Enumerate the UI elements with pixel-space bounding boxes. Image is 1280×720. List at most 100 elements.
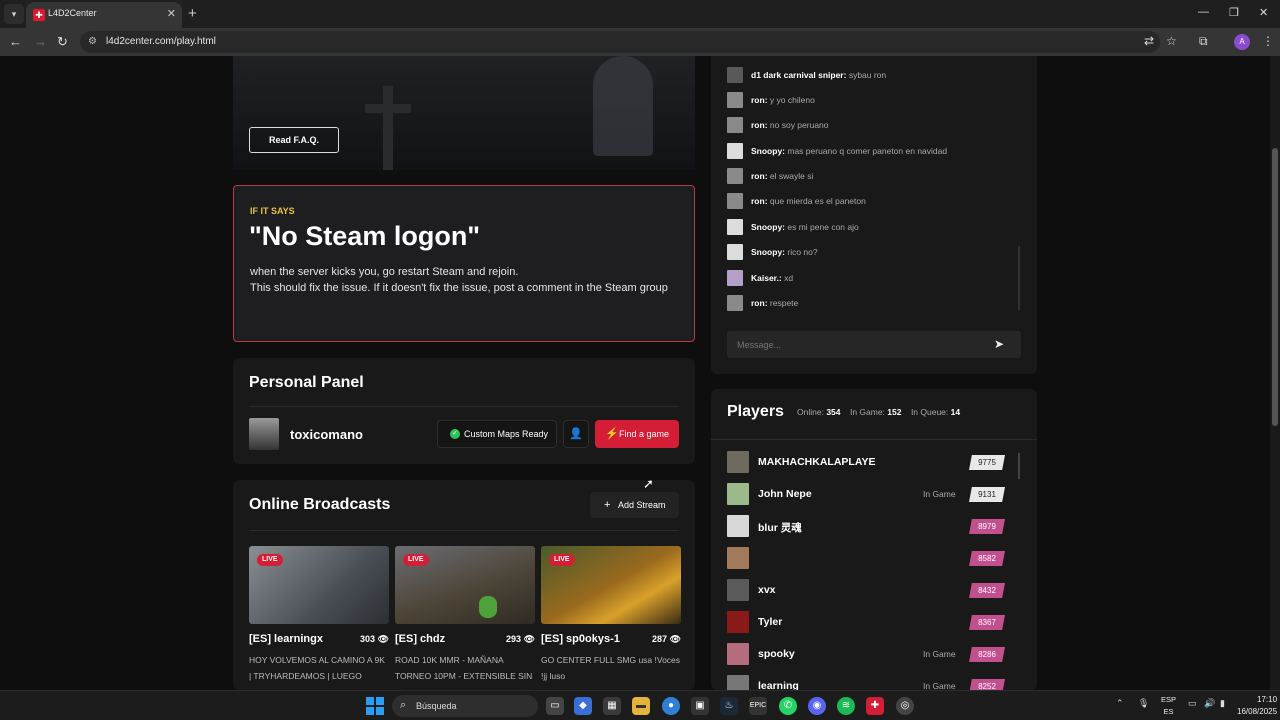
player-rating: 8286: [969, 647, 1005, 662]
stream-viewers: 303 👁: [360, 634, 389, 645]
player-rating: 8252: [969, 679, 1005, 690]
player-row[interactable]: spooky In Game 8286: [727, 643, 1007, 665]
store-icon[interactable]: ▦: [603, 697, 621, 715]
add-friend-button[interactable]: 👤: [563, 420, 589, 448]
chrome-icon[interactable]: ●: [662, 697, 680, 715]
epic-games-icon[interactable]: EPIC: [749, 697, 767, 715]
steam-icon[interactable]: ♨: [720, 697, 738, 715]
send-icon[interactable]: ➤: [994, 337, 1004, 351]
player-name[interactable]: xvx: [758, 584, 776, 596]
players-scrollbar[interactable]: [1018, 453, 1020, 479]
read-faq-button[interactable]: Read F.A.Q.: [249, 127, 339, 153]
close-tab-icon[interactable]: ✕: [167, 7, 176, 20]
custom-maps-ready-button[interactable]: ✓ Custom Maps Ready: [437, 420, 557, 448]
tab-search-icon[interactable]: ▾: [4, 4, 24, 24]
player-row[interactable]: John Nepe In Game 9131: [727, 483, 1007, 505]
player-row[interactable]: learning In Game 8252: [727, 675, 1007, 690]
battery-icon[interactable]: ▮: [1220, 698, 1225, 709]
more-menu-icon[interactable]: ⋮: [1262, 34, 1274, 48]
player-name[interactable]: Tyler: [758, 616, 782, 628]
url-bar[interactable]: ⚙ l4d2center.com/play.html: [80, 31, 1160, 53]
user-avatar: [249, 418, 279, 450]
taskbar-search-box[interactable]: ⌕ Búsqueda: [392, 695, 538, 717]
stream-name[interactable]: [ES] sp0okys-1: [541, 633, 620, 645]
chat-text: respete: [769, 298, 799, 308]
player-row[interactable]: xvx 8432: [727, 579, 1007, 601]
profile-avatar[interactable]: A: [1234, 34, 1250, 50]
stream-thumbnail[interactable]: LIVE: [249, 546, 389, 624]
player-row[interactable]: Tyler 8367: [727, 611, 1007, 633]
find-a-game-button[interactable]: ⚡ Find a game: [595, 420, 679, 448]
add-stream-button[interactable]: + Add Stream: [590, 492, 679, 518]
browser-tab-bar: ▾ ✚ L4D2Center ✕ + — ❐ ✕: [0, 0, 1280, 28]
players-panel: Players Online: 354 In Game: 152 In Queu…: [711, 389, 1037, 690]
chat-panel: d1 dark carnival sniper: sybau ron ron: …: [711, 56, 1037, 374]
tab-title: L4D2Center: [48, 8, 97, 18]
task-view-icon[interactable]: ▭: [546, 697, 564, 715]
extensions-icon[interactable]: ⧉: [1199, 34, 1208, 49]
terminal-icon[interactable]: ▣: [691, 697, 709, 715]
translate-icon[interactable]: ⇄: [1144, 34, 1154, 48]
discord-icon[interactable]: ◉: [808, 697, 826, 715]
player-avatar: [727, 515, 749, 537]
minimize-icon[interactable]: —: [1198, 6, 1209, 18]
site-info-icon[interactable]: ⚙: [88, 36, 97, 47]
spotify-icon[interactable]: ≋: [837, 697, 855, 715]
language-indicator[interactable]: ESP ES: [1161, 694, 1176, 718]
eye-icon: 👁: [377, 634, 389, 644]
restore-icon[interactable]: ❐: [1229, 6, 1239, 19]
player-avatar: [727, 547, 749, 569]
close-window-icon[interactable]: ✕: [1259, 6, 1268, 19]
stream-card[interactable]: LIVE [ES] sp0okys-1 287 👁 GO CENTER FULL…: [541, 546, 681, 681]
chat-user: ron: el swayle si: [751, 171, 813, 181]
player-name[interactable]: MAKHACHKALAPLAYE: [758, 456, 875, 468]
stream-name[interactable]: [ES] chdz: [395, 633, 445, 645]
player-name[interactable]: learning: [758, 680, 799, 690]
grave-cross-image: [383, 86, 393, 170]
url-text[interactable]: l4d2center.com/play.html: [106, 36, 216, 47]
personal-panel-title: Personal Panel: [249, 374, 364, 391]
file-explorer-icon[interactable]: ▬: [632, 697, 650, 715]
microphone-icon[interactable]: 🎙: [1138, 698, 1149, 709]
address-toolbar: ← → ↻ ⚙ l4d2center.com/play.html ⇄ ☆ ⧉ A…: [0, 28, 1280, 56]
player-status: In Game: [923, 489, 956, 499]
reload-icon[interactable]: ↻: [57, 34, 68, 50]
stream-name[interactable]: [ES] learningx: [249, 633, 323, 645]
stream-card[interactable]: LIVE [ES] learningx 303 👁 HOY VOLVEMOS A…: [249, 546, 389, 681]
obs-icon[interactable]: ◎: [896, 697, 914, 715]
volume-icon[interactable]: 🔊: [1204, 698, 1215, 709]
copilot-icon[interactable]: ◆: [574, 697, 592, 715]
stream-thumbnail[interactable]: LIVE: [541, 546, 681, 624]
player-avatar: [727, 611, 749, 633]
divider: [711, 439, 1037, 440]
tray-overflow-icon[interactable]: ⌃: [1116, 698, 1124, 709]
stream-thumbnail[interactable]: LIVE: [395, 546, 535, 624]
chat-avatar: [727, 67, 743, 83]
online-count: 354: [826, 407, 841, 417]
network-icon[interactable]: ▭: [1188, 698, 1197, 709]
stream-card[interactable]: LIVE [ES] chdz 293 👁 ROAD 10K MMR - MAÑA…: [395, 546, 535, 681]
browser-tab[interactable]: ✚ L4D2Center ✕: [26, 2, 182, 28]
chat-user: ron: que mierda es el paneton: [751, 196, 866, 206]
chat-scrollbar[interactable]: [1018, 246, 1020, 310]
back-icon[interactable]: ←: [9, 34, 22, 49]
chat-message-input[interactable]: [727, 331, 1021, 358]
player-row[interactable]: blur 灵魂 8979: [727, 515, 1007, 537]
l4d2-app-icon[interactable]: ✚: [866, 697, 884, 715]
player-name[interactable]: spooky: [758, 648, 795, 660]
queue-label: In Queue:: [910, 407, 949, 417]
bookmark-star-icon[interactable]: ☆: [1166, 34, 1177, 48]
new-tab-icon[interactable]: +: [188, 5, 197, 22]
player-name[interactable]: John Nepe: [758, 488, 812, 500]
live-badge: LIVE: [257, 554, 283, 566]
player-row[interactable]: 8582: [727, 547, 1007, 569]
taskbar-clock[interactable]: 17:10 16/08/2025: [1237, 694, 1277, 718]
chat-username: ron:: [751, 196, 768, 206]
player-row[interactable]: MAKHACHKALAPLAYE 9775: [727, 451, 1007, 473]
player-name[interactable]: blur 灵魂: [758, 520, 802, 535]
windows-start-icon[interactable]: [366, 697, 384, 715]
whatsapp-icon[interactable]: ✆: [779, 697, 797, 715]
forward-icon[interactable]: →: [34, 34, 47, 49]
page-scrollbar[interactable]: [1270, 56, 1280, 690]
page-scroll-thumb[interactable]: [1272, 148, 1278, 426]
